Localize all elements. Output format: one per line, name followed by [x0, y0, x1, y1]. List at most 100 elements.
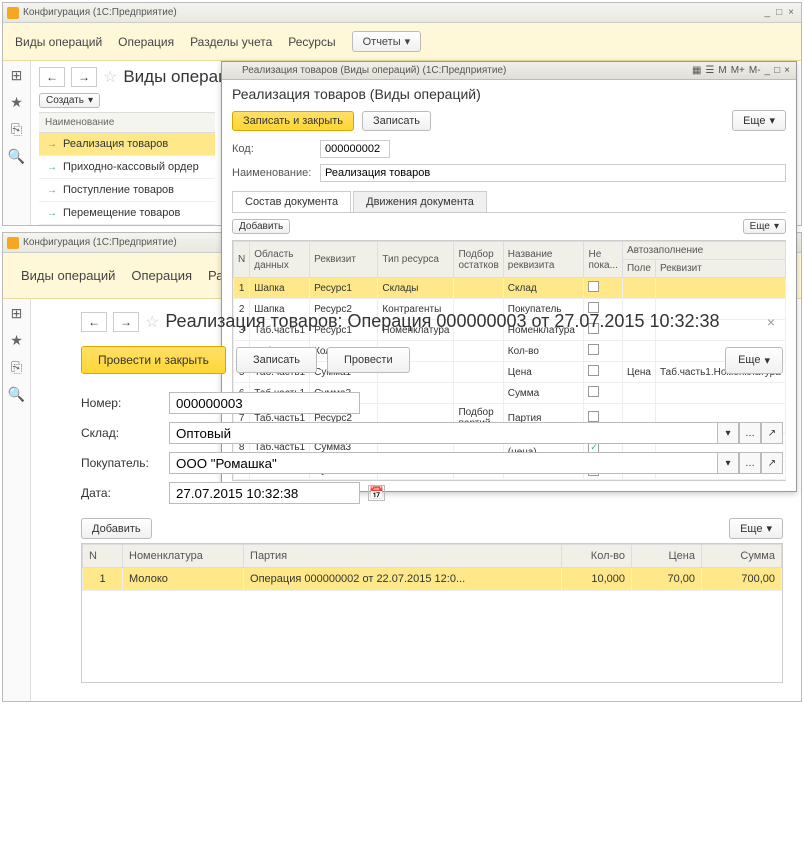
create-button[interactable]: Создать ▾: [39, 93, 100, 108]
forward-button[interactable]: →: [113, 312, 139, 332]
grid-icon[interactable]: ⊞: [11, 67, 23, 84]
forward-button[interactable]: →: [71, 67, 97, 87]
col-autofill[interactable]: Автозаполнение: [622, 242, 785, 260]
col-sum[interactable]: Сумма: [702, 545, 782, 568]
store-input[interactable]: [169, 422, 717, 444]
add-row-button[interactable]: Добавить: [81, 518, 152, 539]
calc-mminus[interactable]: M-: [749, 65, 761, 76]
date-input[interactable]: [169, 482, 360, 504]
menubar-1: Виды операций Операция Разделы учета Рес…: [3, 23, 801, 61]
app-icon: [7, 7, 19, 19]
name-input[interactable]: [320, 164, 786, 182]
menu-types[interactable]: Виды операций: [15, 35, 102, 49]
code-label: Код:: [232, 143, 312, 155]
buyer-label: Покупатель:: [81, 456, 161, 470]
col-price[interactable]: Цена: [632, 545, 702, 568]
checkbox[interactable]: [588, 281, 599, 292]
col-req[interactable]: Реквизит: [310, 242, 378, 278]
favorite-icon[interactable]: ☆: [145, 312, 159, 332]
minimize-icon[interactable]: _: [762, 7, 774, 18]
calendar-icon[interactable]: 📅: [368, 485, 385, 501]
tab-composition[interactable]: Состав документа: [232, 191, 351, 212]
menu-types[interactable]: Виды операций: [21, 268, 115, 283]
list-item[interactable]: →Перемещение товаров: [39, 202, 215, 225]
close-icon[interactable]: ×: [785, 7, 797, 18]
tool-icon[interactable]: ▦: [692, 65, 701, 76]
items-grid[interactable]: N Номенклатура Партия Кол-во Цена Сумма …: [81, 543, 783, 683]
grid-icon[interactable]: ⊞: [11, 305, 23, 322]
close-icon[interactable]: ×: [784, 65, 790, 76]
store-label: Склад:: [81, 426, 161, 440]
copy-icon[interactable]: ⎘: [11, 121, 22, 138]
more-button[interactable]: Еще ▾: [725, 347, 783, 374]
save-button[interactable]: Записать: [362, 111, 431, 131]
more-button[interactable]: Еще ▾: [743, 219, 786, 234]
col-n[interactable]: N: [234, 242, 250, 278]
buyer-input[interactable]: [169, 452, 717, 474]
col-area[interactable]: Область данных: [250, 242, 310, 278]
tab-movements[interactable]: Движения документа: [353, 191, 487, 212]
calc-m[interactable]: M: [718, 65, 726, 76]
col-rtype[interactable]: Тип ресурса: [378, 242, 454, 278]
more-button[interactable]: Еще ▾: [732, 110, 786, 131]
back-button[interactable]: ←: [81, 312, 107, 332]
close-tab-icon[interactable]: ×: [767, 314, 775, 330]
menu-operation[interactable]: Операция: [131, 268, 192, 283]
search-icon[interactable]: 🔍: [8, 386, 25, 403]
post-button[interactable]: Провести: [327, 347, 410, 373]
sidebar-1: ⊞ ★ ⎘ 🔍: [3, 61, 31, 225]
list-item[interactable]: →Приходно-кассовый ордер: [39, 156, 215, 179]
col-noshow[interactable]: Не пока...: [584, 242, 622, 278]
name-label: Наименование:: [232, 167, 312, 179]
chevron-down-icon: ▾: [405, 35, 411, 48]
ellipsis-icon[interactable]: …: [739, 422, 761, 444]
minimize-icon[interactable]: _: [765, 65, 771, 76]
app-icon: [228, 66, 238, 76]
col-item[interactable]: Номенклатура: [123, 545, 244, 568]
star-icon[interactable]: ★: [10, 94, 23, 111]
search-icon[interactable]: 🔍: [8, 148, 25, 165]
favorite-icon[interactable]: ☆: [103, 67, 117, 87]
reports-button[interactable]: Отчеты ▾: [352, 31, 422, 52]
dialog-titlebar: Реализация товаров (Виды операций) (1С:П…: [222, 62, 796, 80]
save-button[interactable]: Записать: [236, 347, 317, 373]
open-icon[interactable]: ↗: [761, 422, 783, 444]
menu-sections[interactable]: Разделы учета: [190, 35, 272, 49]
maximize-icon[interactable]: □: [774, 65, 780, 76]
col-pick[interactable]: Подбор остатков: [454, 242, 503, 278]
dropdown-icon[interactable]: ▾: [717, 452, 739, 474]
list-item[interactable]: →Поступление товаров: [39, 179, 215, 202]
sidebar-2: ⊞ ★ ⎘ 🔍: [3, 299, 31, 701]
save-close-button[interactable]: Записать и закрыть: [232, 111, 354, 131]
menu-operation[interactable]: Операция: [118, 35, 174, 49]
copy-icon[interactable]: ⎘: [11, 359, 22, 376]
col-qty[interactable]: Кол-во: [562, 545, 632, 568]
dropdown-icon[interactable]: ▾: [717, 422, 739, 444]
col-afield[interactable]: Поле: [622, 260, 655, 278]
list-item[interactable]: →Реализация товаров: [39, 133, 215, 156]
col-n[interactable]: N: [83, 545, 123, 568]
window-2-operation: Конфигурация (1С:Предприятие) ⎘ ☆ ▦ ☰ M …: [2, 232, 802, 702]
star-icon[interactable]: ★: [10, 332, 23, 349]
more-button[interactable]: Еще ▾: [729, 518, 783, 539]
ellipsis-icon[interactable]: …: [739, 452, 761, 474]
code-input[interactable]: [320, 140, 390, 158]
back-button[interactable]: ←: [39, 67, 65, 87]
post-close-button[interactable]: Провести и закрыть: [81, 346, 226, 374]
maximize-icon[interactable]: □: [773, 7, 785, 18]
calc-mplus[interactable]: M+: [731, 65, 745, 76]
add-row-button[interactable]: Добавить: [232, 219, 290, 234]
table-row[interactable]: 1МолокоОперация 000000002 от 22.07.2015 …: [83, 568, 782, 591]
menu-resources[interactable]: Ресурсы: [288, 35, 335, 49]
table-row[interactable]: 1ШапкаРесурс1СкладыСклад: [234, 278, 786, 299]
arrow-icon: →: [47, 139, 57, 150]
number-input[interactable]: [169, 392, 360, 414]
col-areq[interactable]: Реквизит: [656, 260, 786, 278]
col-batch[interactable]: Партия: [244, 545, 562, 568]
tool-icon[interactable]: ☰: [705, 65, 714, 76]
dialog-title: Реализация товаров (Виды операций) (1С:П…: [242, 65, 506, 76]
window-title: Конфигурация (1С:Предприятие): [23, 237, 177, 248]
dialog-heading: Реализация товаров (Виды операций): [222, 80, 796, 104]
col-rname[interactable]: Название реквизита: [503, 242, 584, 278]
open-icon[interactable]: ↗: [761, 452, 783, 474]
